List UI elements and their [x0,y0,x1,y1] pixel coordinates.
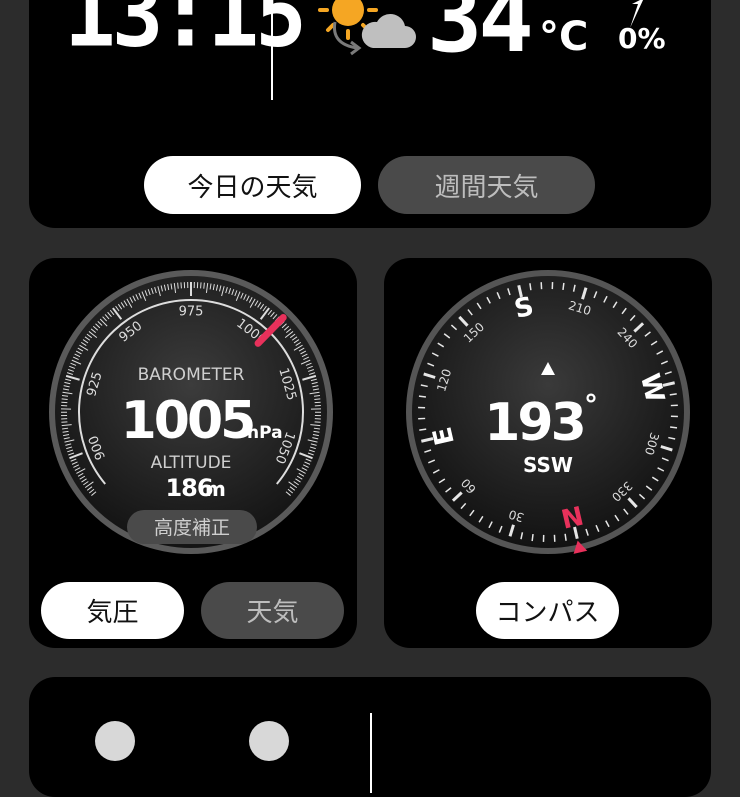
weather-card: 13:15 34 °C [29,0,711,228]
heading-direction: SSW [523,453,573,477]
compass-tick [419,429,426,430]
temperature-unit: °C [539,14,588,60]
pressure-value: 1005 [121,391,254,451]
compass-tick [532,534,533,541]
tab-today-weather[interactable]: 今日の天気 [144,156,361,214]
sun-moon-card [29,677,711,797]
compass-tick [530,283,531,290]
gauge-tick [62,399,68,400]
compass-tick [670,394,677,395]
compass-tick [563,283,564,290]
sun-cloud-icon [295,0,425,64]
altitude-unit: m [205,477,226,501]
gauge-tick [314,399,320,400]
tab-weekly-weather[interactable]: 週間天気 [378,156,595,214]
compass-button[interactable]: コンパス [476,582,619,639]
barometer-card: 900925950975100010251050 BAROMETER 1005 … [29,258,357,648]
compass-tick [419,396,426,397]
moon-phase-icon [95,721,135,761]
barometer-gauge: 900925950975100010251050 BAROMETER 1005 … [29,258,357,578]
divider [271,0,273,100]
heading-value: 193 [484,393,584,453]
temperature-value: 34 [427,0,530,66]
weather-button[interactable]: 天気 [201,582,344,639]
divider [370,713,372,793]
compass-dial: NESW3060120150210240300330 193 ° SSW [384,258,712,578]
gauge-tick [204,283,205,289]
rain-chance: 0% [618,22,666,55]
gauge-scale-label: 975 [179,305,204,320]
barometer-title: BAROMETER [138,365,245,385]
compass-tick [565,534,566,541]
pressure-unit: hPa [247,423,283,443]
sunrise-icon [249,721,289,761]
calibrate-altitude-label: 高度補正 [154,517,230,539]
compass-card: NESW3060120150210240300330 193 ° SSW コンパ… [384,258,712,648]
degree-symbol: ° [584,388,598,421]
barometer-button[interactable]: 気圧 [41,582,184,639]
gauge-tick [178,283,179,289]
clock-time: 13:15 [64,0,303,60]
compass-tick [670,427,677,428]
altitude-title: ALTITUDE [151,453,232,473]
